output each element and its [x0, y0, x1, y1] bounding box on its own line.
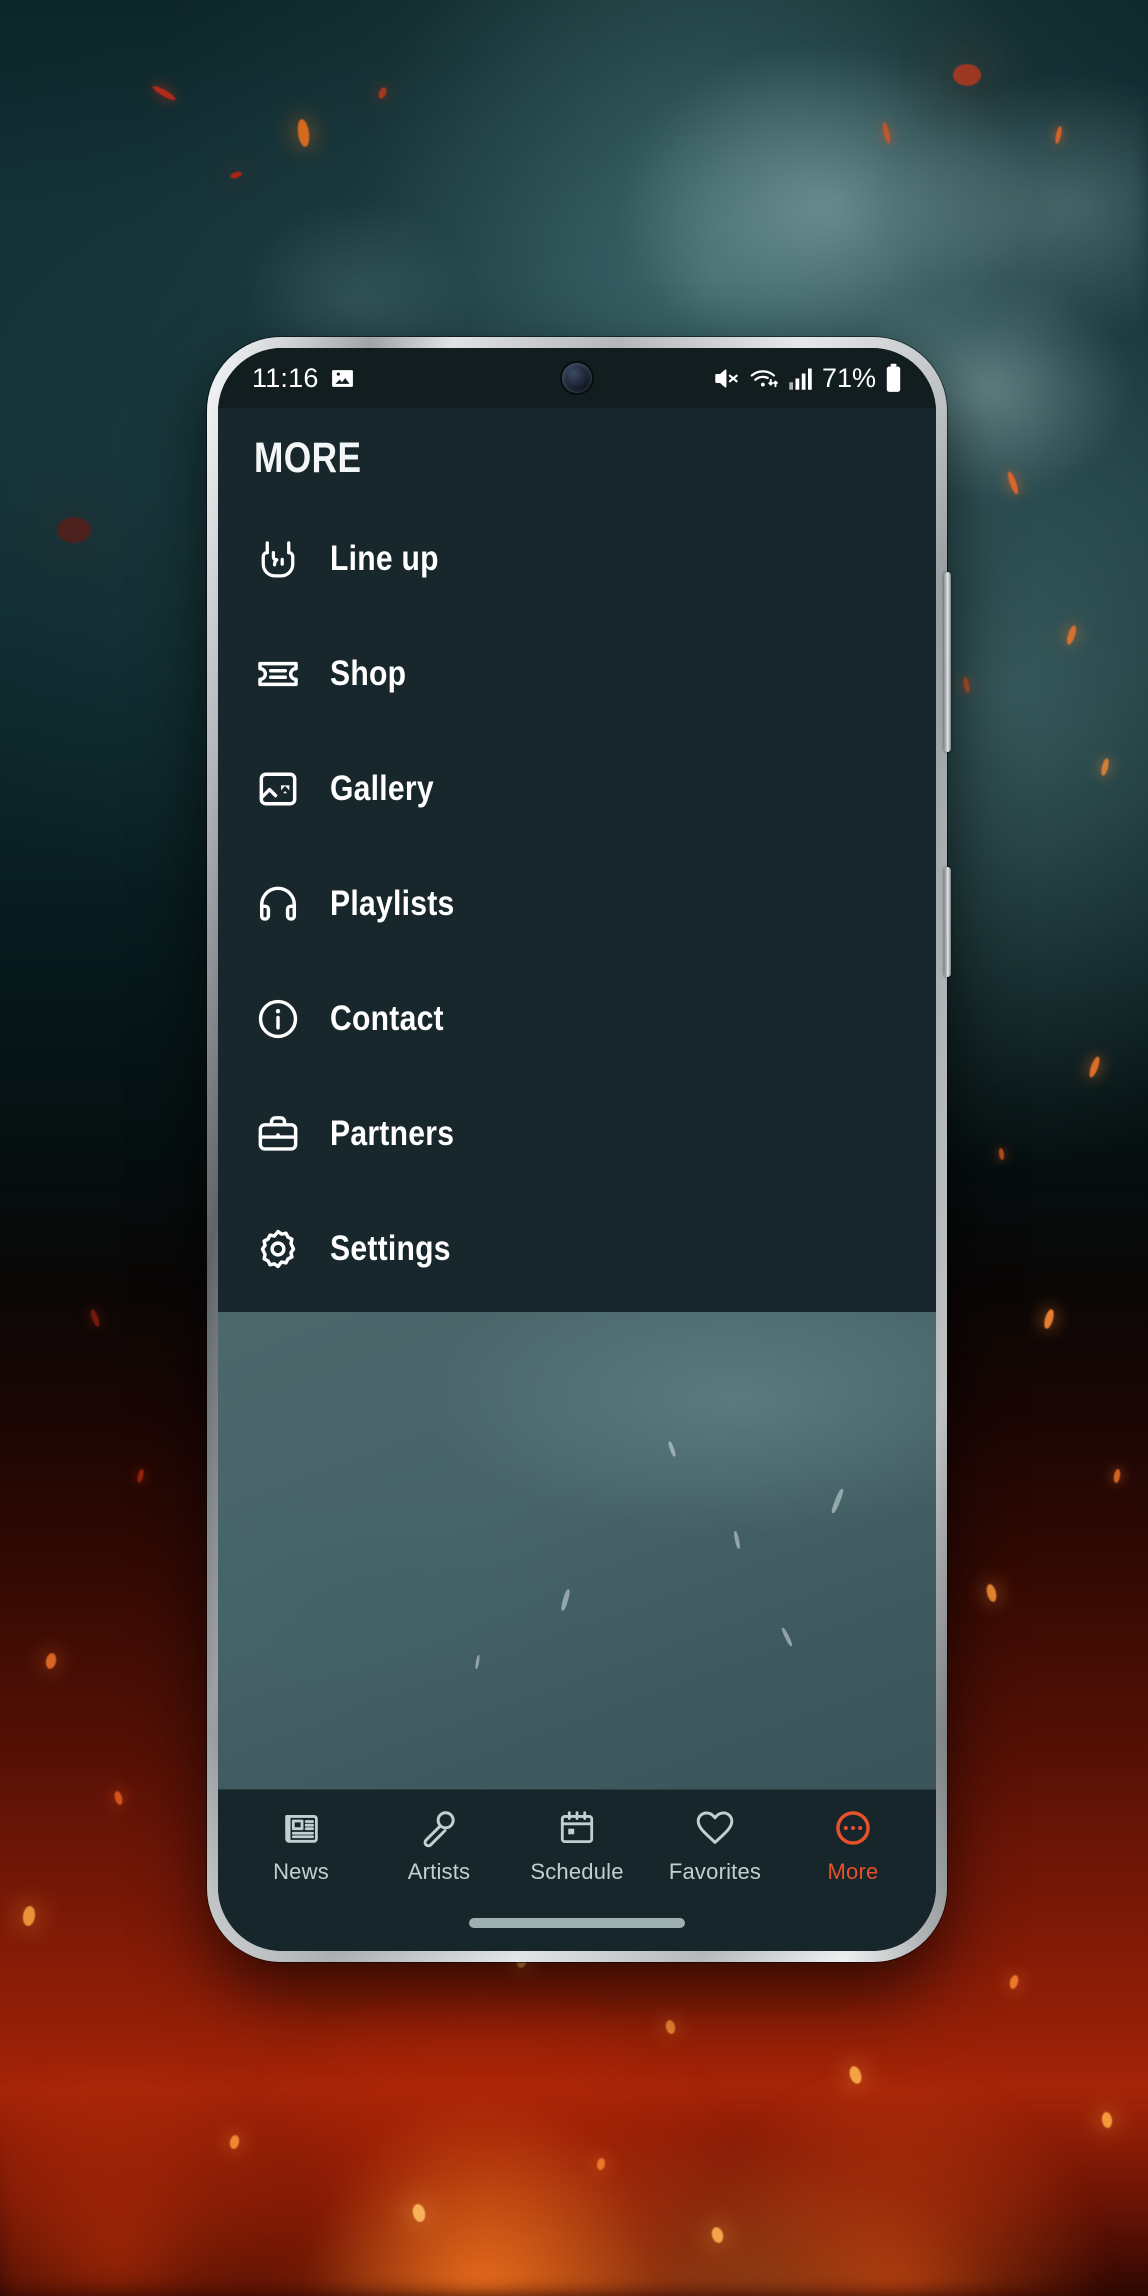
gesture-navigation-bar — [218, 1895, 936, 1951]
headphones-icon — [254, 880, 302, 928]
power-button[interactable] — [944, 867, 951, 977]
info-circle-icon — [254, 995, 302, 1043]
microphone-icon — [417, 1806, 461, 1850]
nav-item-news[interactable]: News — [232, 1806, 370, 1885]
menu-item-label: Gallery — [330, 768, 434, 808]
volume-rocker-button[interactable] — [944, 572, 951, 752]
menu-item-partners[interactable]: Partners — [218, 1076, 936, 1191]
menu-item-label: Contact — [330, 998, 444, 1038]
spark-particle — [559, 1588, 571, 1611]
phone-screen: 11:16 71% MORE Line up Shop Gallery Play… — [218, 348, 936, 1951]
calendar-icon — [555, 1806, 599, 1850]
more-menu-list: Line up Shop Gallery Playlists Contact P… — [218, 501, 936, 1312]
menu-item-label: Shop — [330, 653, 407, 693]
nav-item-more[interactable]: More — [784, 1806, 922, 1885]
image-notification-icon — [330, 366, 355, 391]
spark-particle — [781, 1626, 794, 1647]
spark-particle — [667, 1440, 677, 1457]
nav-item-schedule[interactable]: Schedule — [508, 1806, 646, 1885]
nav-item-label: Artists — [407, 1859, 471, 1884]
image-icon — [254, 765, 302, 813]
nav-item-artists[interactable]: Artists — [370, 1806, 508, 1885]
menu-item-contact[interactable]: Contact — [218, 961, 936, 1076]
menu-item-label: Partners — [330, 1113, 455, 1153]
menu-item-playlists[interactable]: Playlists — [218, 846, 936, 961]
ticket-icon — [254, 650, 302, 698]
nav-item-label: News — [273, 1859, 329, 1884]
menu-item-label: Settings — [330, 1228, 451, 1268]
status-clock: 11:16 — [252, 362, 319, 393]
gear-icon — [254, 1225, 302, 1273]
rock-hand-icon — [254, 535, 302, 583]
heart-icon — [693, 1806, 737, 1850]
bottom-navigation-bar: News Artists Schedule Favorites More — [218, 1789, 936, 1895]
menu-item-line-up[interactable]: Line up — [218, 501, 936, 616]
menu-item-settings[interactable]: Settings — [218, 1191, 936, 1306]
newspaper-icon — [279, 1806, 323, 1850]
spark-particle — [830, 1488, 846, 1515]
battery-percent-label: 71% — [821, 362, 876, 393]
nav-item-label: Favorites — [668, 1859, 762, 1884]
menu-item-label: Line up — [330, 538, 439, 578]
cellular-signal-icon — [788, 366, 813, 391]
battery-icon — [885, 363, 902, 393]
status-bar-right: 71% — [713, 363, 902, 394]
nav-item-favorites[interactable]: Favorites — [646, 1806, 784, 1885]
menu-item-label: Playlists — [330, 883, 455, 923]
content-area — [218, 1312, 936, 1789]
status-bar: 11:16 71% — [218, 348, 936, 408]
briefcase-icon — [254, 1110, 302, 1158]
page-title: MORE — [254, 434, 362, 482]
spark-particle — [733, 1531, 741, 1550]
phone-device-frame: 11:16 71% MORE Line up Shop Gallery Play… — [207, 337, 951, 1962]
app-header: MORE — [218, 408, 936, 501]
ellipsis-circle-icon — [831, 1806, 875, 1850]
menu-item-gallery[interactable]: Gallery — [218, 731, 936, 846]
nav-item-label: Schedule — [530, 1859, 624, 1884]
home-indicator[interactable] — [469, 1918, 685, 1928]
menu-item-shop[interactable]: Shop — [218, 616, 936, 731]
status-bar-left: 11:16 — [252, 363, 355, 394]
wifi-icon — [749, 365, 779, 392]
spark-particle — [475, 1655, 481, 1670]
mute-icon — [713, 365, 740, 392]
front-camera-punch-hole — [562, 363, 592, 393]
nav-item-label: More — [827, 1859, 879, 1884]
